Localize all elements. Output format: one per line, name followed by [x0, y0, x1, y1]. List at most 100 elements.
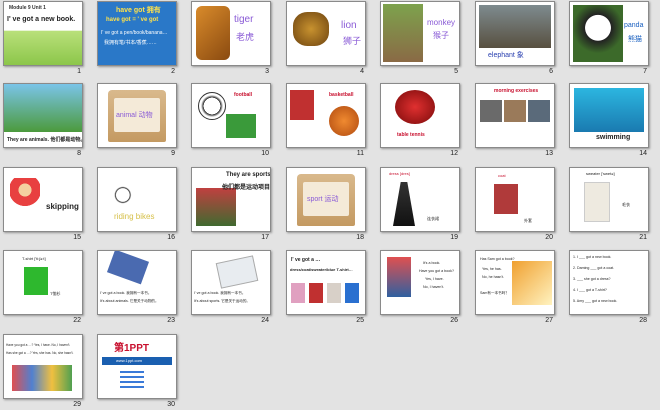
slide-thumbnail-item[interactable]: panda 熊猫 7	[569, 1, 649, 77]
panda-image	[573, 5, 623, 62]
slide-number: 20	[545, 234, 553, 241]
slide-thumbnail-item[interactable]: skipping 15	[3, 167, 83, 243]
skipping-kid-image	[10, 178, 40, 218]
slide-thumbnail-item[interactable]: tiger 老虎 3	[191, 1, 271, 77]
clothing-word-cn: 连衣裙	[427, 216, 439, 221]
slide-thumbnail-item[interactable]: 1. I ___ got a new book. 2. Daming ___ go…	[569, 250, 649, 326]
slide-number: 5	[454, 68, 458, 75]
clothing-word-cn: T恤衫	[50, 291, 61, 296]
text-line: Has she got a …? Yes, she has. No, she h…	[6, 351, 74, 355]
slide-thumbnail-item[interactable]: riding bikes 16	[97, 167, 177, 243]
slide-thumbnail-item[interactable]: I' ve got a book. 我拥有一本书。 It's about anim…	[97, 250, 177, 326]
slide-number: 3	[265, 68, 269, 75]
player-image	[290, 90, 314, 120]
slide-thumbnail[interactable]: skipping	[3, 167, 83, 232]
book-image	[106, 251, 150, 285]
text-line: Sam有一本书吗？	[480, 291, 509, 295]
animal-word-cn: 熊猫	[628, 36, 642, 43]
slide-thumbnail-item[interactable]: sweater ['swetə] 毛衣 21	[569, 167, 649, 243]
slide-thumbnail[interactable]: morning exercises	[475, 83, 555, 148]
slide-thumbnail-item[interactable]: basketball 11	[286, 83, 366, 159]
slide-thumbnail-item[interactable]: They are sports. 他们都是运动项目。 17	[191, 167, 271, 243]
text-line: I' ve got a book. 我拥有一本书。	[194, 291, 246, 295]
slide-thumbnail[interactable]: tiger 老虎	[191, 1, 271, 66]
slide-number: 28	[639, 317, 647, 324]
slide-thumbnail-item[interactable]: morning exercises 13	[475, 83, 555, 159]
slide-thumbnail-item[interactable]: dress [dres] 连衣裙 19	[380, 167, 460, 243]
slide-thumbnail[interactable]: table tennis	[380, 83, 460, 148]
slide-thumbnail[interactable]: coat 外套	[475, 167, 555, 232]
slide-thumbnail-item[interactable]: Has Sam got a book? Yes, he has. No, he ha…	[475, 250, 555, 326]
slide-thumbnail[interactable]: animal 动物	[97, 83, 177, 148]
slide-thumbnail[interactable]: football	[191, 83, 271, 148]
slide-thumbnail-item[interactable]: have got 拥有 have got = ' ve got I' ve got …	[97, 1, 177, 77]
slide-thumbnail[interactable]: riding bikes	[97, 167, 177, 232]
slide-thumbnail-item[interactable]: I' ve got a book. 我拥有一本书。 It's about spor…	[191, 250, 271, 326]
caption: They are animals. 他们都是动物。	[7, 137, 83, 143]
slide-thumbnail[interactable]: dress [dres] 连衣裙	[380, 167, 460, 232]
slide-thumbnail[interactable]: monkey 猴子	[380, 1, 460, 66]
slide-thumbnail-item[interactable]: I' ve got a … dress/coat/sweater/blue T-s…	[286, 250, 366, 326]
slide-thumbnail[interactable]: lion 狮子	[286, 1, 366, 66]
slide-thumbnail-item[interactable]: swimming 14	[569, 83, 649, 159]
text-line: have got 拥有	[116, 7, 161, 14]
slide-thumbnail-item[interactable]: lion 狮子 4	[286, 1, 366, 77]
slide-thumbnail[interactable]: It's a book. Have you got a book? Yes, I h…	[380, 250, 460, 315]
slide-thumbnail[interactable]: 第1PPT www.1ppt.com	[97, 334, 177, 399]
slide-number: 22	[73, 317, 81, 324]
text-line: It's about sports. 它是关于运动的。	[194, 299, 251, 303]
slide-thumbnail-item[interactable]: animal 动物 9	[97, 83, 177, 159]
animal-word: panda	[624, 22, 644, 29]
slide-number: 10	[261, 150, 269, 157]
slide-thumbnail[interactable]: I' ve got a … dress/coat/sweater/blue T-s…	[286, 250, 366, 315]
slide-number: 16	[167, 234, 175, 241]
slide-thumbnail[interactable]: sweater ['swetə] 毛衣	[569, 167, 649, 232]
slide-thumbnail-item[interactable]: table tennis 12	[380, 83, 460, 159]
sport-word: table tennis	[397, 132, 425, 138]
slide-thumbnail[interactable]: have got 拥有 have got = ' ve got I' ve got …	[97, 1, 177, 66]
brand-url: www.1ppt.com	[116, 358, 143, 363]
slide-thumbnail[interactable]: Have you got a …? Yes, I have. No, I hav…	[3, 334, 83, 399]
sport-word: basketball	[329, 92, 354, 98]
slide-thumbnail[interactable]: I' ve got a book. 我拥有一本书。 It's about spor…	[191, 250, 271, 315]
table-tennis-image	[395, 90, 435, 124]
slide-number: 13	[545, 150, 553, 157]
football-image	[198, 92, 226, 120]
text-line: It's a book.	[423, 261, 441, 265]
slide-thumbnail-item[interactable]: sport 运动 18	[286, 167, 366, 243]
slide-subtitle: I' ve got a new book.	[7, 16, 76, 23]
exercise-photo	[528, 100, 550, 122]
slide-thumbnail[interactable]: panda 熊猫	[569, 1, 649, 66]
slide-thumbnail-item[interactable]: They are animals. 他们都是动物。 8	[3, 83, 83, 159]
slide-thumbnail-item[interactable]: Have you got a …? Yes, I have. No, I hav…	[3, 334, 83, 410]
slide-thumbnail-item[interactable]: T-shirt ['ti:ʃə:t] T恤衫 22	[3, 250, 83, 326]
slide-thumbnail[interactable]: 1. I ___ got a new book. 2. Daming ___ go…	[569, 250, 649, 315]
slide-number: 1	[77, 68, 81, 75]
text-line: Have you got a book?	[419, 269, 454, 273]
slide-thumbnail-item[interactable]: football 10	[191, 83, 271, 159]
slide-thumbnail-item[interactable]: 第1PPT www.1ppt.com 30	[97, 334, 177, 410]
slide-thumbnail[interactable]: Has Sam got a book? Yes, he has. No, he ha…	[475, 250, 555, 315]
tshirt-image	[24, 267, 48, 295]
text-line: They are sports.	[226, 172, 271, 178]
slide-thumbnail[interactable]: They are sports. 他们都是运动项目。	[191, 167, 271, 232]
text-line: I' ve got a pen/book/banana…	[101, 30, 168, 36]
slide-thumbnail[interactable]: sport 运动	[286, 167, 366, 232]
slide-thumbnail-item[interactable]: monkey 猴子 5	[380, 1, 460, 77]
slide-thumbnail[interactable]: swimming	[569, 83, 649, 148]
slide-thumbnail[interactable]: basketball	[286, 83, 366, 148]
monkey-image	[383, 4, 423, 62]
slide-thumbnail[interactable]: elephant 象	[475, 1, 555, 66]
exercise-line: 4. I ___ got a T-shirt?	[573, 288, 607, 292]
slide-thumbnail-item[interactable]: coat 外套 20	[475, 167, 555, 243]
slide-thumbnail[interactable]: Module 9 Unit 1 I' ve got a new book.	[3, 1, 83, 66]
slide-thumbnail-item[interactable]: It's a book. Have you got a book? Yes, I h…	[380, 250, 460, 326]
slide-thumbnail[interactable]: They are animals. 他们都是动物。	[3, 83, 83, 148]
slide-thumbnail[interactable]: I' ve got a book. 我拥有一本书。 It's about anim…	[97, 250, 177, 315]
slide-number: 19	[450, 234, 458, 241]
slide-thumbnail-item[interactable]: Module 9 Unit 1 I' ve got a new book. 1	[3, 1, 83, 77]
slide-thumbnail-item[interactable]: elephant 象 6	[475, 1, 555, 77]
bag-word: animal 动物	[116, 112, 153, 119]
slide-thumbnail[interactable]: T-shirt ['ti:ʃə:t] T恤衫	[3, 250, 83, 315]
animal-word: monkey	[427, 18, 456, 27]
